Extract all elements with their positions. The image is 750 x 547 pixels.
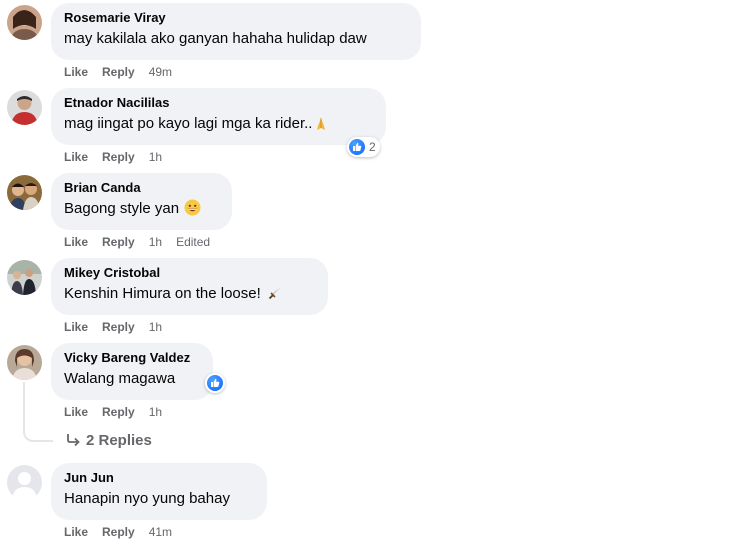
dagger-emoji-icon [267, 285, 283, 307]
comment-time[interactable]: 49m [149, 65, 172, 79]
avatar[interactable] [7, 260, 42, 295]
comment-author[interactable]: Brian Canda [64, 180, 220, 196]
avatar[interactable] [7, 90, 42, 125]
comment-text: Walang magawa [64, 370, 176, 387]
comment-text: may kakilala ako ganyan hahaha hulidap d… [64, 30, 367, 47]
reply-button[interactable]: Reply [102, 525, 135, 539]
comment-time[interactable]: 1h [149, 150, 162, 164]
comment-text: mag iingat po kayo lagi mga ka rider.. [64, 114, 374, 137]
comment-time[interactable]: 41m [149, 525, 172, 539]
like-button[interactable]: Like [64, 150, 88, 164]
edited-label[interactable]: Edited [176, 235, 210, 249]
comment-time[interactable]: 1h [149, 320, 162, 334]
like-button[interactable]: Like [64, 65, 88, 79]
comment-bubble: Brian Canda Bagong style yan [51, 173, 232, 230]
comment-actions: Like Reply 1h [64, 320, 176, 334]
reaction-summary[interactable] [205, 373, 225, 393]
comment-bubble: Etnador Nacililas mag iingat po kayo lag… [51, 88, 386, 145]
folded-hands-emoji-icon [314, 117, 328, 137]
reply-button[interactable]: Reply [102, 405, 135, 419]
like-reaction-icon [207, 375, 223, 391]
comment-author[interactable]: Mikey Cristobal [64, 265, 316, 281]
like-reaction-icon [349, 139, 365, 155]
reply-arrow-icon [66, 433, 80, 453]
reaction-summary[interactable]: 2 [347, 137, 380, 157]
like-button[interactable]: Like [64, 235, 88, 249]
avatar[interactable] [7, 465, 42, 500]
reply-thread-line [23, 382, 53, 442]
view-replies-link[interactable]: 2 Replies [66, 431, 152, 453]
comment-text: Hanapin nyo yung bahay [64, 490, 230, 507]
like-button[interactable]: Like [64, 320, 88, 334]
comment-author[interactable]: Jun Jun [64, 470, 255, 486]
avatar[interactable] [7, 175, 42, 210]
comment-actions: Like Reply 41m [64, 525, 186, 539]
reply-button[interactable]: Reply [102, 150, 135, 164]
comment-bubble: Vicky Bareng Valdez Walang magawa [51, 343, 213, 400]
comment-author[interactable]: Vicky Bareng Valdez [64, 350, 201, 366]
reply-button[interactable]: Reply [102, 235, 135, 249]
like-button[interactable]: Like [64, 525, 88, 539]
like-button[interactable]: Like [64, 405, 88, 419]
reply-button[interactable]: Reply [102, 320, 135, 334]
avatar[interactable] [7, 5, 42, 40]
comment-text: Kenshin Himura on the loose! [64, 284, 316, 307]
comment-author[interactable]: Rosemarie Viray [64, 10, 409, 26]
comment-bubble: Jun Jun Hanapin nyo yung bahay [51, 463, 267, 520]
comment-author[interactable]: Etnador Nacililas [64, 95, 374, 111]
comment-actions: Like Reply 1h [64, 405, 176, 419]
comment-bubble: Rosemarie Viray may kakilala ako ganyan … [51, 3, 421, 60]
reaction-count: 2 [369, 140, 376, 154]
comment-bubble: Mikey Cristobal Kenshin Himura on the lo… [51, 258, 328, 315]
comment-time[interactable]: 1h [149, 405, 162, 419]
reply-button[interactable]: Reply [102, 65, 135, 79]
avatar[interactable] [7, 345, 42, 380]
comment-text: Bagong style yan [64, 199, 220, 222]
comment-actions: Like Reply 49m [64, 65, 186, 79]
comment-actions: Like Reply 1h Edited [64, 235, 224, 249]
comment-time[interactable]: 1h [149, 235, 162, 249]
grinning-face-emoji-icon [184, 199, 201, 222]
comment-actions: Like Reply 1h [64, 150, 176, 164]
